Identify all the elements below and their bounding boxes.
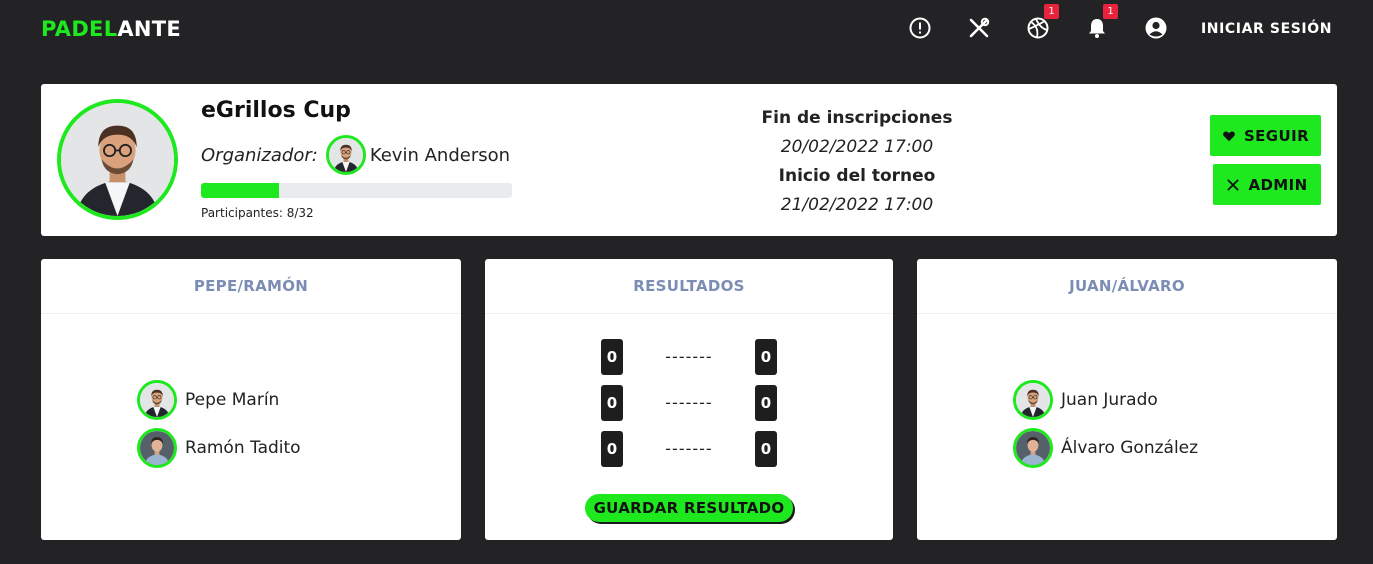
top-navbar: PADELANTE 1 1 INICIAR SESIÓN: [0, 0, 1373, 58]
admin-button-label: ADMIN: [1248, 175, 1308, 194]
registration-end-date: 20/02/2022 17:00: [780, 137, 934, 157]
ball-icon[interactable]: 1: [1025, 4, 1059, 41]
organizer-label: Organizador:: [201, 144, 318, 166]
brand-logo[interactable]: PADELANTE: [41, 17, 181, 41]
set-score-row: 0 ------- 0: [601, 385, 777, 421]
player-avatar: [137, 380, 177, 420]
player-item[interactable]: Álvaro González: [1013, 428, 1198, 468]
heart-icon: [1223, 131, 1235, 141]
score-input-left[interactable]: 0: [601, 339, 623, 375]
player-avatar: [1013, 380, 1053, 420]
brand-logo-part1: PADEL: [41, 17, 118, 41]
team-left-panel: PEPE/RAMÓN Pepe Marín Ramón Tadito: [41, 259, 461, 540]
tools-icon[interactable]: [966, 15, 992, 41]
player-avatar: [137, 428, 177, 468]
participants-count: Participantes: 8/32: [201, 206, 314, 220]
follow-button[interactable]: SEGUIR: [1210, 115, 1321, 156]
team-right-title: JUAN/ÁLVARO: [917, 259, 1337, 314]
player-name: Pepe Marín: [185, 390, 280, 410]
player-item[interactable]: Juan Jurado: [1013, 380, 1158, 420]
tools-icon: [1227, 178, 1239, 191]
player-name: Álvaro González: [1061, 438, 1199, 458]
organizer-name[interactable]: Kevin Anderson: [370, 145, 510, 166]
ball-badge: 1: [1044, 4, 1059, 19]
start-label: Inicio del torneo: [778, 166, 936, 186]
login-link[interactable]: INICIAR SESIÓN: [1201, 21, 1332, 37]
score-separator: -------: [665, 439, 713, 458]
set-score-row: 0 ------- 0: [601, 431, 777, 467]
start-date: 21/02/2022 17:00: [780, 195, 934, 215]
organizer-row: Organizador: Kevin Anderson: [201, 135, 510, 175]
player-name: Juan Jurado: [1061, 390, 1158, 410]
results-title: RESULTADOS: [485, 259, 893, 314]
bell-icon[interactable]: 1: [1084, 4, 1118, 41]
score-input-right[interactable]: 0: [755, 385, 777, 421]
participants-progress-fill: [201, 183, 279, 198]
tournament-dates: Fin de inscripciones 20/02/2022 17:00 In…: [747, 104, 967, 220]
tournament-header-card: eGrillos Cup Organizador: Kevin Anderson…: [41, 84, 1337, 236]
follow-button-label: SEGUIR: [1243, 126, 1310, 145]
account-icon[interactable]: [1143, 15, 1169, 41]
player-name: Ramón Tadito: [185, 438, 301, 458]
score-separator: -------: [665, 393, 713, 412]
score-input-left[interactable]: 0: [601, 431, 623, 467]
alert-icon[interactable]: [907, 15, 933, 41]
admin-button[interactable]: ADMIN: [1213, 164, 1321, 205]
tournament-avatar: [57, 99, 178, 220]
organizer-avatar[interactable]: [325, 135, 366, 175]
set-score-row: 0 ------- 0: [601, 339, 777, 375]
results-panel: RESULTADOS 0 ------- 0 0 ------- 0 0 ---…: [485, 259, 893, 540]
score-input-left[interactable]: 0: [601, 385, 623, 421]
player-item[interactable]: Ramón Tadito: [137, 428, 301, 468]
brand-logo-part2: ANTE: [117, 17, 182, 41]
score-separator: -------: [665, 347, 713, 366]
score-input-right[interactable]: 0: [755, 431, 777, 467]
registration-end-label: Fin de inscripciones: [761, 108, 953, 128]
participants-progress-bar: [201, 183, 512, 198]
player-avatar: [1013, 428, 1053, 468]
tournament-title: eGrillos Cup: [201, 98, 351, 123]
team-right-panel: JUAN/ÁLVARO Juan Jurado Álvaro González: [917, 259, 1337, 540]
team-left-title: PEPE/RAMÓN: [41, 259, 461, 314]
bell-badge: 1: [1103, 4, 1118, 19]
score-input-right[interactable]: 0: [755, 339, 777, 375]
save-result-button[interactable]: GUARDAR RESULTADO: [585, 494, 793, 522]
player-item[interactable]: Pepe Marín: [137, 380, 279, 420]
